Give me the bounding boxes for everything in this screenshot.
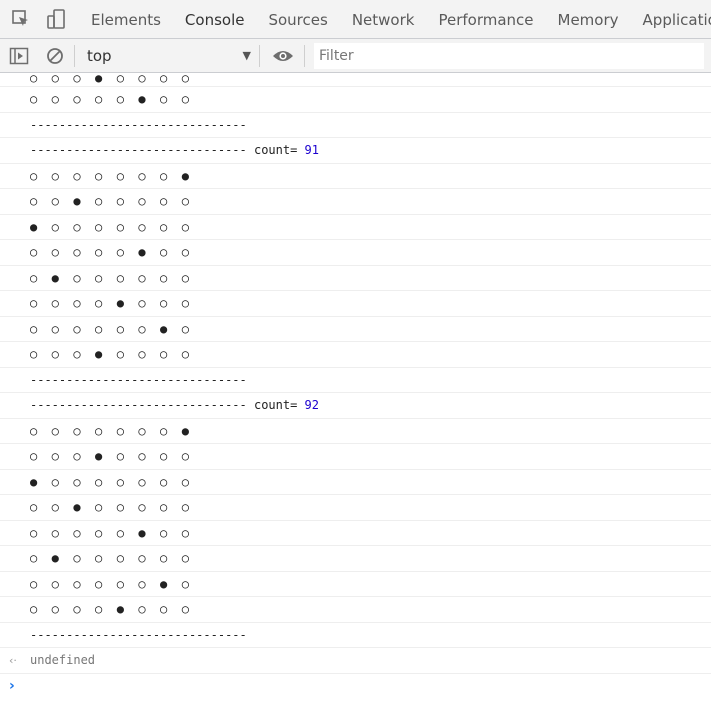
count-value: 91 [304, 143, 319, 158]
separator-text: ------------------------------ count= [30, 398, 305, 413]
console-line: ○ ○ ○ ○ ○ ○ ○ ● [0, 164, 711, 189]
console-line: ● ○ ○ ○ ○ ○ ○ ○ [0, 470, 711, 495]
toolbar-separator [74, 44, 75, 67]
devtools-tabbar: Elements Console Sources Network Perform… [0, 0, 711, 39]
console-line: ------------------------------ [0, 368, 711, 393]
result-text: undefined [30, 653, 96, 668]
tab-sources[interactable]: Sources [256, 0, 339, 38]
separator-text: ------------------------------ count= [30, 143, 305, 158]
console-result-line: ‹· undefined [0, 648, 711, 674]
tool-icons [0, 0, 68, 38]
eye-icon[interactable] [272, 45, 294, 67]
console-line: ○ ○ ● ○ ○ ○ ○ ○ [0, 495, 711, 521]
console-line: ○ ○ ○ ● ○ ○ ○ ○ [0, 444, 711, 470]
tab-memory[interactable]: Memory [546, 0, 631, 38]
console-line: ○ ○ ○ ○ ● ○ ○ ○ [0, 597, 711, 623]
console-line: ------------------------------ count= 92 [0, 393, 711, 419]
tab-performance[interactable]: Performance [426, 0, 545, 38]
count-value: 92 [304, 398, 319, 413]
sidebar-toggle-icon[interactable] [8, 45, 30, 67]
console-line: ------------------------------ [0, 623, 711, 648]
tab-network[interactable]: Network [340, 0, 427, 38]
console-line: ○ ○ ● ○ ○ ○ ○ ○ [0, 189, 711, 215]
console-line: ○ ○ ○ ○ ○ ● ○ ○ [0, 240, 711, 266]
console-line: ○ ○ ○ ● ○ ○ ○ ○ [0, 342, 711, 368]
console-line: ○ ● ○ ○ ○ ○ ○ ○ [0, 546, 711, 572]
console-prompt[interactable]: › [0, 674, 711, 700]
console-line: ○ ● ○ ○ ○ ○ ○ ○ [0, 266, 711, 291]
console-line: ● ○ ○ ○ ○ ○ ○ ○ [0, 215, 711, 240]
toolbar-separator [304, 44, 305, 67]
filter-input[interactable] [314, 42, 704, 69]
console-line: ------------------------------ [0, 113, 711, 138]
tab-console[interactable]: Console [173, 0, 257, 38]
clear-console-icon[interactable] [44, 45, 66, 67]
tab-elements[interactable]: Elements [68, 0, 173, 38]
prompt-chevron-icon: › [9, 678, 15, 695]
console-line: ------------------------------ count= 91 [0, 138, 711, 164]
dropdown-arrow-icon: ▼ [242, 49, 251, 62]
console-toolbar: top ▼ [0, 39, 711, 73]
console-line: ○ ○ ○ ○ ● ○ ○ ○ [0, 291, 711, 317]
toolbar-separator [259, 44, 260, 67]
console-line: ○ ○ ○ ○ ○ ○ ○ ● [0, 419, 711, 444]
device-toggle-icon[interactable] [44, 7, 68, 31]
result-arrow-icon: ‹· [9, 653, 17, 667]
console-line: ○ ○ ○ ○ ○ ○ ● ○ [0, 572, 711, 597]
console-output: ○ ○ ○ ● ○ ○ ○ ○ ○ ○ ○ ○ ○ ● ○ ○ --------… [0, 73, 711, 710]
console-line: ○ ○ ○ ○ ○ ● ○ ○ [0, 87, 711, 113]
console-line: ○ ○ ○ ● ○ ○ ○ ○ [0, 73, 711, 87]
cursor-inspect-icon[interactable] [9, 7, 33, 31]
context-label: top [87, 46, 112, 65]
console-line: ○ ○ ○ ○ ○ ● ○ ○ [0, 521, 711, 546]
console-line: ○ ○ ○ ○ ○ ○ ● ○ [0, 317, 711, 342]
tab-application[interactable]: Application [631, 0, 711, 38]
context-selector[interactable]: top ▼ [87, 44, 259, 68]
